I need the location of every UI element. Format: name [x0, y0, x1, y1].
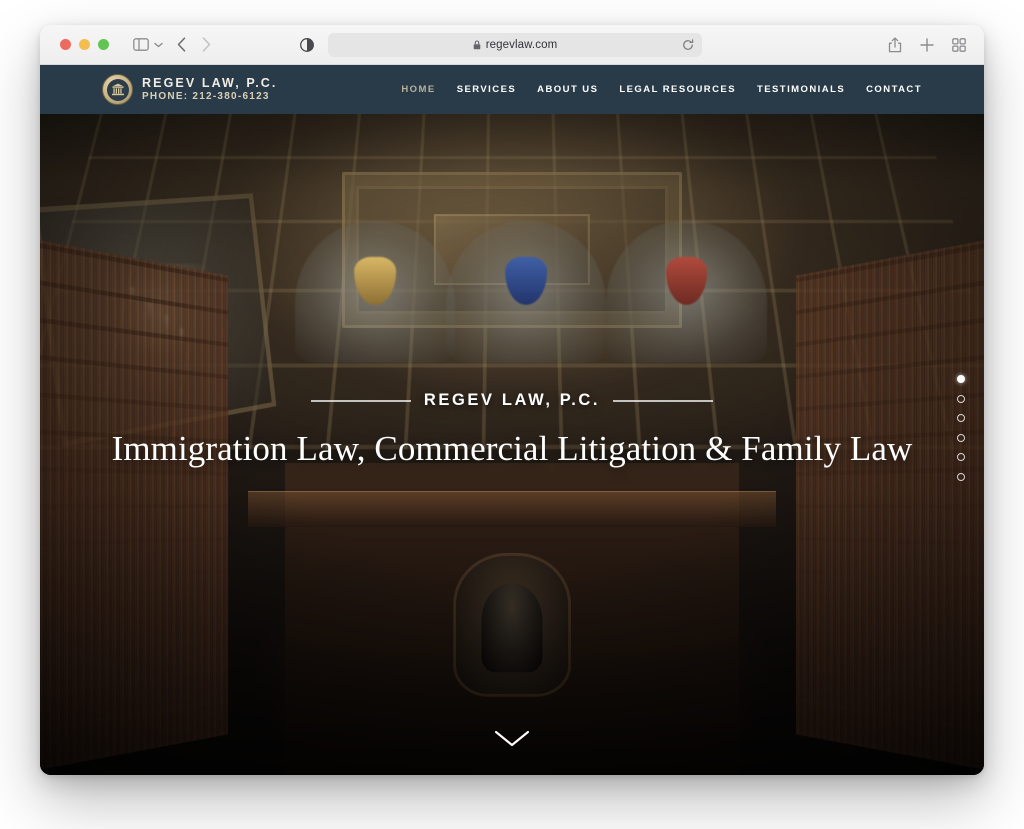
slider-dot-5[interactable] — [957, 453, 965, 461]
tab-overview-icon[interactable] — [952, 37, 966, 52]
address-bar[interactable]: regevlaw.com — [328, 33, 702, 57]
nav-item-services[interactable]: SERVICES — [457, 84, 516, 95]
window-controls — [60, 39, 109, 50]
maximize-window-button[interactable] — [98, 39, 109, 50]
nav-item-contact[interactable]: CONTACT — [866, 84, 922, 95]
url-text: regevlaw.com — [485, 39, 558, 51]
slider-dot-3[interactable] — [957, 414, 965, 422]
nav-item-about-us[interactable]: ABOUT US — [537, 84, 598, 95]
share-icon[interactable] — [888, 36, 902, 53]
courthouse-seal-icon — [102, 74, 133, 105]
lock-icon — [473, 40, 481, 50]
site-header: REGEV LAW, P.C. PHONE: 212-380-6123 HOME… — [40, 65, 984, 114]
brand-phone: PHONE: 212-380-6123 — [142, 90, 270, 102]
hero-section: REGEV LAW, P.C. Immigration Law, Commerc… — [40, 65, 984, 775]
page-viewport: REGEV LAW, P.C. Immigration Law, Commerc… — [40, 65, 984, 775]
new-tab-icon[interactable] — [920, 37, 934, 52]
brand-name: REGEV LAW, P.C. — [142, 76, 278, 91]
toolbar-right-actions — [888, 36, 966, 53]
reload-icon[interactable] — [682, 39, 694, 51]
forward-arrow-icon[interactable] — [202, 37, 211, 52]
slider-dot-2[interactable] — [957, 394, 965, 403]
slider-dot-6[interactable] — [957, 472, 965, 481]
address-bar-content: regevlaw.com — [473, 39, 558, 51]
image-vignette-overlay — [40, 65, 984, 775]
reader-contrast-icon[interactable] — [300, 37, 314, 52]
brand-text: REGEV LAW, P.C. PHONE: 212-380-6123 — [142, 77, 277, 102]
scroll-down-chevron-icon[interactable] — [494, 730, 530, 753]
slider-dot-1[interactable] — [957, 375, 965, 383]
nav-item-home[interactable]: HOME — [401, 84, 435, 95]
nav-item-testimonials[interactable]: TESTIMONIALS — [757, 84, 845, 95]
seal-inner-disc — [106, 78, 129, 101]
close-window-button[interactable] — [60, 39, 71, 50]
browser-toolbar: regevlaw.com — [40, 25, 984, 65]
slider-pagination — [957, 375, 965, 481]
nav-item-legal-resources[interactable]: LEGAL RESOURCES — [619, 84, 736, 95]
main-navigation: HOME SERVICES ABOUT US LEGAL RESOURCES T… — [401, 84, 922, 95]
chevron-down-icon[interactable] — [154, 42, 163, 48]
slider-dot-4[interactable] — [957, 433, 965, 442]
brand-logo[interactable]: REGEV LAW, P.C. PHONE: 212-380-6123 — [102, 74, 277, 105]
browser-window: regevlaw.com REGEV LAW, P.C. Immigration… — [40, 25, 984, 775]
hero-background-image — [40, 65, 984, 775]
sidebar-toggle-icon[interactable] — [133, 38, 149, 51]
back-arrow-icon[interactable] — [177, 37, 186, 52]
minimize-window-button[interactable] — [79, 39, 90, 50]
